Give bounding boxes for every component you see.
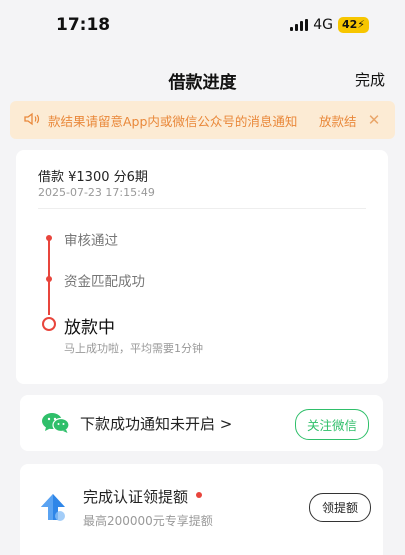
speaker-icon [24, 112, 48, 129]
status-time: 17:18 [56, 15, 111, 35]
wechat-notify-text[interactable]: 下款成功通知未开启 > [80, 413, 232, 434]
current-step-label: 放款中 [64, 318, 115, 338]
notice-banner: 款结果请留意App内或微信公众号的消息通知 放款结 ✕ [10, 101, 395, 139]
nav-bar: 借款进度 完成 [0, 60, 405, 98]
up-arrow-icon [40, 492, 66, 526]
loan-summary: 借款 ¥1300 分6期 [38, 170, 148, 185]
limit-upgrade-card[interactable]: 完成认证领提额 最高200000元专享提额 领提额 [20, 464, 383, 555]
notice-text-tail: 放款结 [319, 113, 357, 129]
step-approved: 审核通过 [64, 233, 118, 249]
red-dot-badge [196, 491, 203, 498]
wechat-notify-card[interactable]: 下款成功通知未开启 > 关注微信 [20, 395, 383, 451]
status-right: 4G 42⚡ [290, 17, 369, 33]
step-funds-matched: 资金匹配成功 [64, 274, 145, 290]
battery-level: 42 [341, 18, 358, 31]
loan-progress-card: 借款 ¥1300 分6期 2025-07-23 17:15:49 审核通过 资金… [16, 150, 388, 384]
limit-title-text: 完成认证领提额 [83, 488, 189, 506]
wechat-icon [42, 412, 70, 438]
battery-icon: 42⚡ [337, 17, 369, 33]
current-step-sub: 马上成功啦，平均需要1分钟 [64, 342, 203, 355]
status-bar: 17:18 4G 42⚡ [0, 0, 405, 52]
loan-datetime: 2025-07-23 17:15:49 [38, 186, 155, 199]
close-icon[interactable]: ✕ [363, 111, 385, 129]
limit-subtitle: 最高200000元专享提额 [83, 514, 213, 528]
follow-wechat-button[interactable]: 关注微信 [294, 409, 369, 440]
limit-title: 完成认证领提额 [83, 486, 203, 507]
step-dot [46, 235, 52, 241]
step-dot [46, 276, 52, 282]
signal-icon [290, 19, 309, 31]
done-button[interactable]: 完成 [355, 69, 385, 90]
notice-text: 款结果请留意App内或微信公众号的消息通知 [48, 113, 298, 129]
current-step-ring [42, 317, 56, 331]
divider [38, 208, 366, 209]
page-title: 借款进度 [168, 73, 237, 93]
network-label: 4G [313, 17, 333, 33]
get-limit-button[interactable]: 领提额 [308, 493, 371, 522]
